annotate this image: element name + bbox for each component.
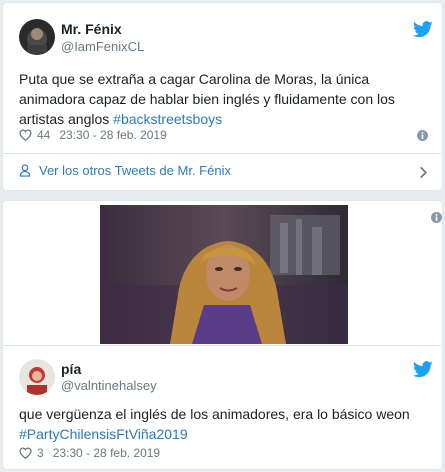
heart-icon[interactable]	[19, 447, 32, 459]
hashtag-link[interactable]: #backstreetsboys	[113, 111, 222, 127]
author-name[interactable]: Mr. Fénix	[61, 21, 122, 37]
info-icon[interactable]	[417, 130, 428, 141]
tweet-text: que vergüenza el inglés de los animadore…	[19, 404, 439, 444]
tweet-meta: 44 23:30 - 28 feb. 2019	[19, 128, 167, 142]
media-image	[100, 205, 348, 344]
info-icon[interactable]	[431, 212, 442, 223]
like-count[interactable]: 44	[37, 128, 50, 142]
more-tweets-label[interactable]: Ver los otros Tweets de Mr. Fénix	[39, 163, 231, 178]
author-avatar[interactable]	[19, 19, 55, 55]
twitter-bird-icon[interactable]	[413, 21, 433, 38]
tweet-media-image[interactable]	[100, 205, 348, 344]
person-icon	[19, 164, 31, 177]
author-handle[interactable]: @valntinehalsey	[61, 378, 157, 393]
author-name[interactable]: pía	[61, 361, 81, 377]
tweet-card-pia: pía @valntinehalsey que vergüenza el ing…	[2, 200, 443, 470]
more-tweets-link[interactable]: Ver los otros Tweets de Mr. Fénix	[19, 163, 231, 178]
tweet-timestamp[interactable]: 23:30 - 28 feb. 2019	[53, 446, 160, 460]
author-handle[interactable]: @IamFenixCL	[61, 39, 144, 54]
divider	[3, 153, 442, 154]
hashtag-link[interactable]: #PartyChilensisFtViña2019	[19, 426, 188, 442]
tweet-text: Puta que se extraña a cagar Carolina de …	[19, 69, 429, 129]
tweet-text-body: que vergüenza el inglés de los animadore…	[19, 406, 410, 422]
divider	[3, 345, 442, 346]
heart-icon[interactable]	[19, 129, 32, 141]
tweet-meta: 3 23:30 - 28 feb. 2019	[19, 446, 160, 460]
chevron-right-icon[interactable]	[419, 166, 428, 179]
author-avatar[interactable]	[19, 359, 55, 395]
twitter-bird-icon[interactable]	[413, 361, 433, 378]
tweet-timestamp[interactable]: 23:30 - 28 feb. 2019	[59, 128, 166, 142]
like-count[interactable]: 3	[37, 446, 44, 460]
tweet-card-mr-fenix: Mr. Fénix @IamFenixCL Puta que se extrañ…	[2, 2, 443, 191]
